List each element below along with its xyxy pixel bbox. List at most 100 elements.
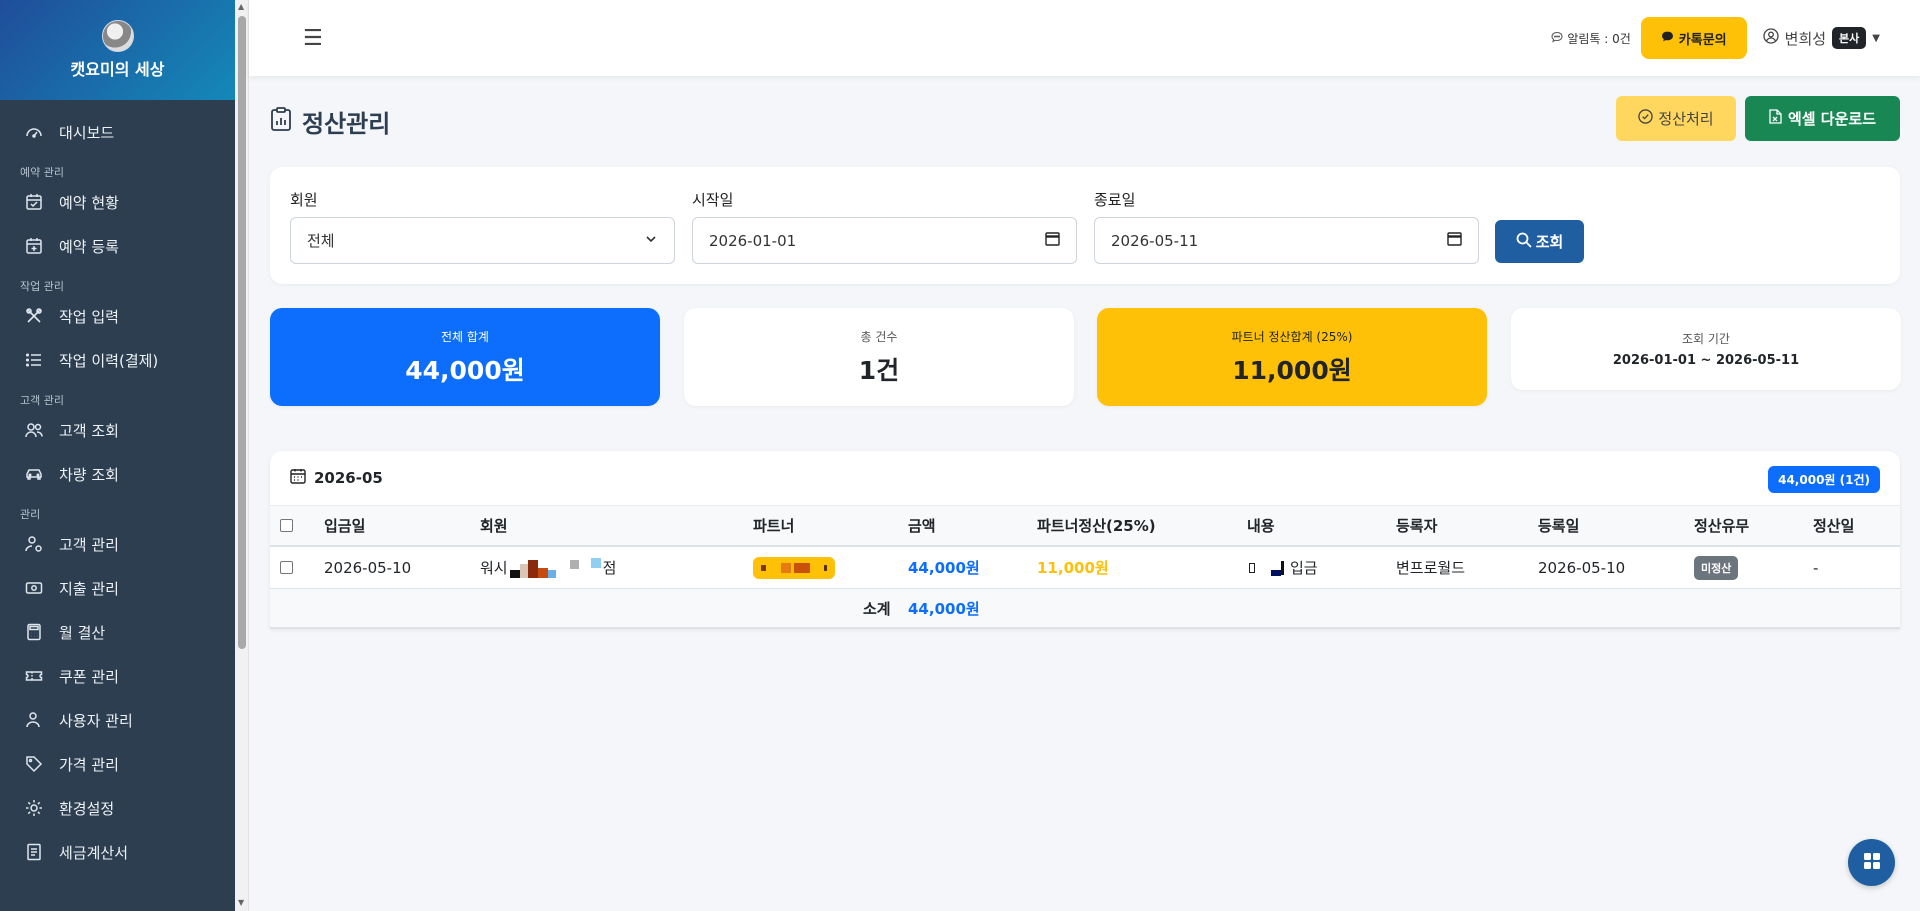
brand[interactable]: 캣요미의 세상: [0, 0, 235, 100]
sidebar-item-label: 작업 이력(결제): [59, 351, 159, 370]
file-excel-icon: [1769, 109, 1782, 128]
settle-button[interactable]: 정산처리: [1616, 96, 1736, 141]
col-deposit-date[interactable]: 입금일: [324, 506, 365, 545]
row-member: 워시 점: [480, 547, 616, 588]
row-settle-date: -: [1813, 558, 1819, 577]
start-date-input[interactable]: 2026-01-01: [692, 217, 1077, 264]
scroll-down-icon[interactable]: ▼: [238, 898, 244, 907]
col-member[interactable]: 회원: [480, 506, 508, 545]
receipt-icon: [24, 842, 44, 862]
calendar-plus-icon: [24, 236, 44, 256]
sidebar-item-label: 차량 조회: [59, 465, 119, 484]
page-title-text: 정산관리: [302, 110, 391, 138]
col-settle-status[interactable]: 정산유무: [1694, 506, 1749, 545]
checkbox-box[interactable]: [280, 519, 293, 532]
month-heading: 2026-05: [290, 468, 383, 488]
calculator-icon: [24, 622, 44, 642]
sidebar-item-expense[interactable]: 지출 관리: [0, 566, 235, 610]
kakao-inquiry-button[interactable]: 카톡문의: [1640, 17, 1747, 59]
redacted-block: [1249, 558, 1284, 578]
sidebar-item-dashboard[interactable]: 대시보드: [0, 110, 235, 154]
search-icon: [1516, 232, 1532, 252]
topbar: ☰ 알림톡 : 0건 카톡문의 변희성 본사 ▼: [249, 0, 1920, 76]
scroll-up-icon[interactable]: ▲: [238, 2, 244, 11]
excel-download-button[interactable]: 엑셀 다운로드: [1745, 96, 1900, 141]
people-icon: [24, 420, 44, 440]
sidebar-item-vehicle-search[interactable]: 차량 조회: [0, 452, 235, 496]
sidebar-item-coupon[interactable]: 쿠폰 관리: [0, 654, 235, 698]
alimtalk-status: 알림톡 : 0건: [1551, 30, 1631, 47]
sidebar-item-work-input[interactable]: 작업 입력: [0, 294, 235, 338]
row-registrar: 변프로월드: [1396, 559, 1466, 577]
select-all-checkbox[interactable]: [280, 506, 293, 545]
row-content: 입금: [1247, 547, 1318, 588]
sidebar-item-label: 대시보드: [59, 123, 115, 142]
col-partner[interactable]: 파트너: [753, 506, 794, 545]
table-header: 입금일 회원 파트너 금액 파트너정산(25%) 내용 등록자 등록일 정산유무…: [270, 505, 1900, 547]
member-select[interactable]: 전체: [290, 217, 675, 264]
sidebar-item-reservation-register[interactable]: 예약 등록: [0, 224, 235, 268]
partner-badge: [753, 556, 835, 579]
col-content[interactable]: 내용: [1247, 506, 1275, 545]
col-registrar[interactable]: 등록자: [1396, 506, 1437, 545]
clipboard-chart-icon: [270, 106, 292, 137]
alimtalk-text: 알림톡 : 0건: [1567, 31, 1631, 46]
sidebar-item-tax-invoice[interactable]: 세금계산서: [0, 830, 235, 874]
search-button-label: 조회: [1535, 233, 1564, 251]
user-menu[interactable]: 변희성 본사 ▼: [1762, 27, 1880, 49]
stat-partner-label: 파트너 정산합계 (25%): [1231, 329, 1353, 344]
kakao-button-label: 카톡문의: [1678, 32, 1727, 48]
sidebar-item-user-manage[interactable]: 사용자 관리: [0, 698, 235, 742]
sidebar-item-label: 세금계산서: [59, 843, 129, 862]
quick-menu-button[interactable]: [1848, 839, 1895, 886]
stat-count-value: 1건: [858, 355, 900, 385]
sidebar-item-customer-search[interactable]: 고객 조회: [0, 408, 235, 452]
menu-toggle-icon[interactable]: ☰: [303, 26, 323, 51]
stat-total-label: 전체 합계: [441, 329, 489, 344]
ticket-icon: [24, 666, 44, 686]
sidebar-section-admin: 관리: [20, 508, 41, 521]
end-date-value: 2026-05-11: [1111, 231, 1199, 250]
member-suffix: 점: [602, 559, 617, 577]
sidebar-item-settings[interactable]: 환경설정: [0, 786, 235, 830]
stat-count-label: 총 건수: [860, 329, 898, 344]
sidebar: 캣요미의 세상 대시보드 예약 관리 예약 현황 예약 등록 작업 관리 작업 …: [0, 0, 235, 911]
settlement-table-card: 2026-05 44,000원 (1건) 입금일 회원 파트너 금액 파트너정산…: [270, 451, 1900, 629]
member-select-value: 전체: [307, 232, 335, 250]
user-name: 변희성: [1784, 29, 1827, 48]
member-label: 회원: [290, 191, 318, 209]
sidebar-item-monthly[interactable]: 월 결산: [0, 610, 235, 654]
checkbox-box[interactable]: [280, 561, 293, 574]
grid-icon: [1863, 852, 1881, 874]
settle-button-label: 정산처리: [1658, 110, 1714, 128]
calendar-icon: [290, 468, 306, 488]
tools-icon: [24, 306, 44, 326]
calendar-icon[interactable]: [1045, 231, 1060, 250]
sidebar-item-price-manage[interactable]: 가격 관리: [0, 742, 235, 786]
sidebar-item-customer-manage[interactable]: 고객 관리: [0, 522, 235, 566]
col-partner-settlement[interactable]: 파트너정산(25%): [1037, 506, 1156, 545]
end-date-input[interactable]: 2026-05-11: [1094, 217, 1479, 264]
col-settle-date[interactable]: 정산일: [1813, 506, 1854, 545]
excel-button-label: 엑셀 다운로드: [1787, 110, 1877, 128]
search-button[interactable]: 조회: [1495, 220, 1584, 263]
page-title: 정산관리: [270, 104, 390, 139]
calendar-icon[interactable]: [1447, 231, 1462, 250]
start-date-value: 2026-01-01: [709, 231, 797, 250]
gear-icon: [24, 798, 44, 818]
table-row[interactable]: 2026-05-10 워시 점 44,000원 11,000원 입금 변프로월드…: [270, 547, 1900, 589]
col-amount[interactable]: 금액: [908, 506, 936, 545]
topbar-right: 알림톡 : 0건 카톡문의 변희성 본사 ▼: [1551, 17, 1880, 59]
row-partner-amount: 11,000원: [1037, 559, 1109, 577]
chat-icon: [1661, 30, 1674, 47]
row-checkbox[interactable]: [280, 547, 293, 588]
sidebar-item-work-history[interactable]: 작업 이력(결제): [0, 338, 235, 382]
calendar-check-icon: [24, 192, 44, 212]
sidebar-scrollbar[interactable]: ▲ ▼: [235, 0, 249, 911]
sidebar-item-reservation-status[interactable]: 예약 현황: [0, 180, 235, 224]
sidebar-item-label: 월 결산: [59, 623, 106, 642]
col-reg-date[interactable]: 등록일: [1538, 506, 1579, 545]
stat-total-value: 44,000원: [405, 355, 525, 385]
scrollbar-thumb[interactable]: [238, 16, 246, 649]
caret-down-icon: ▼: [1872, 32, 1880, 44]
